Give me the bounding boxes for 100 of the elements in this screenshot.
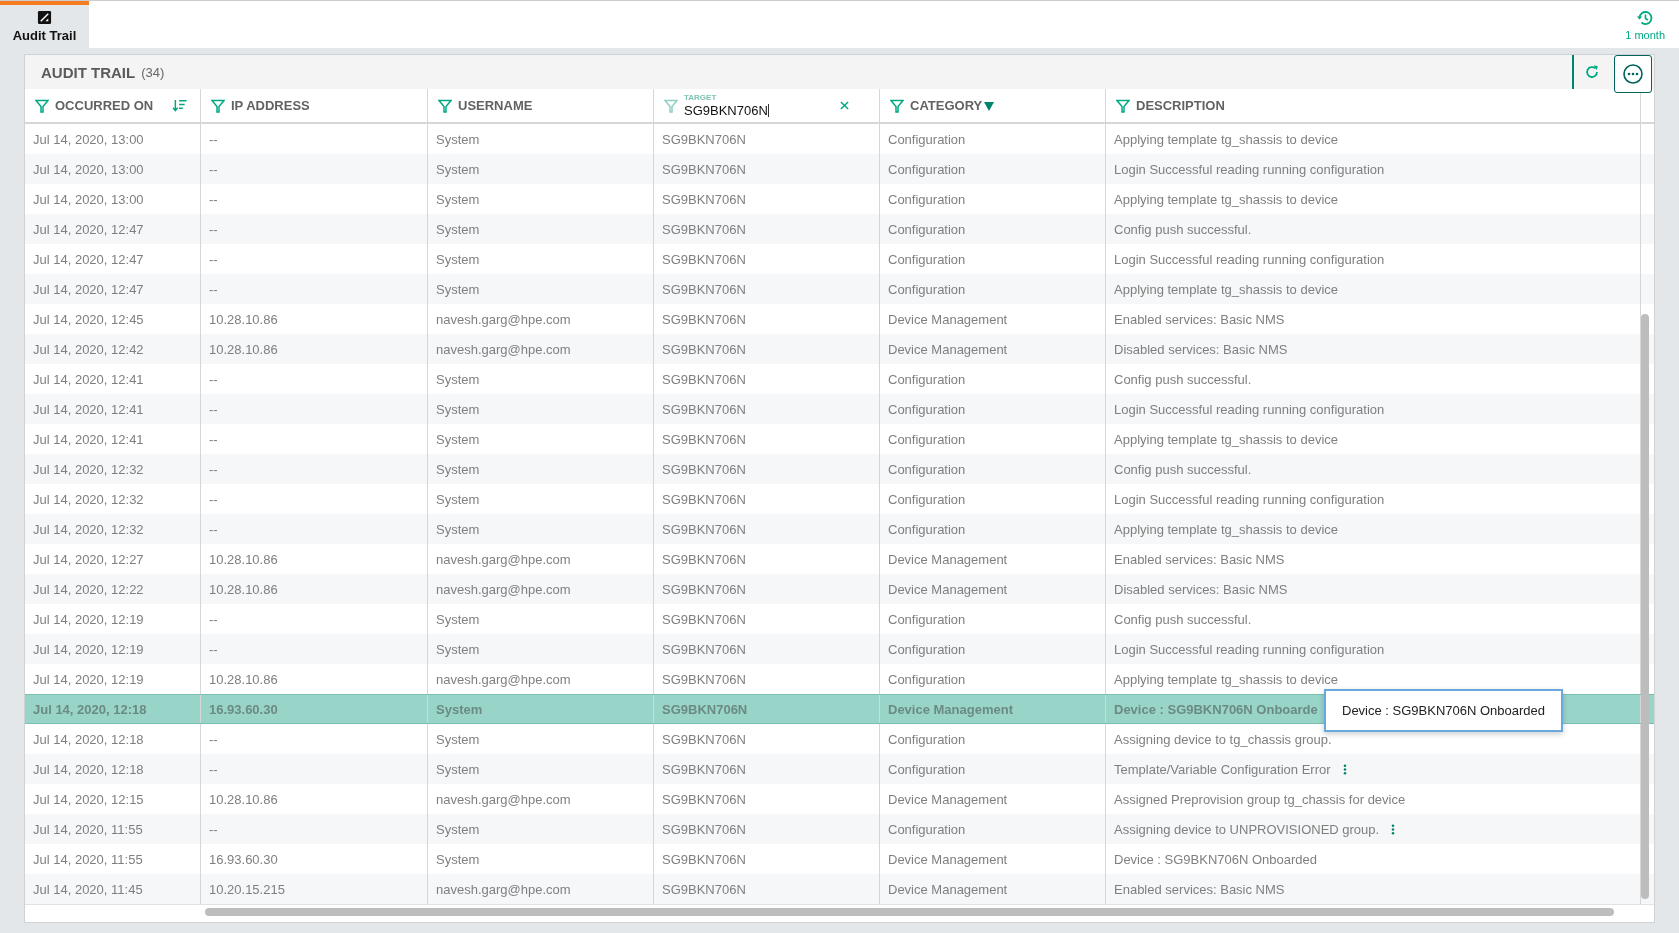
table-row[interactable]: Jul 14, 2020, 12:22 10.28.10.86 navesh.garg@hpe.com SG9BKN706N Device Management Disabled services: Basic NMS xyxy=(25,574,1654,604)
table-cell: Disabled services: Basic NMS xyxy=(1114,581,1288,597)
table-cell: System xyxy=(436,401,480,417)
table-cell: navesh.garg@hpe.com xyxy=(436,341,571,357)
table-cell: Disabled services: Basic NMS xyxy=(1114,341,1288,357)
table-cell: Applying template tg_shassis to device xyxy=(1114,521,1338,537)
target-filter-field[interactable]: TARGET SG9BKN706N xyxy=(684,94,769,117)
table-row[interactable]: Jul 14, 2020, 11:55 -- System SG9BKN706N Configuration Assigning device to UNPROVISIONED group. xyxy=(25,814,1654,844)
column-header[interactable]: OCCURRED ON xyxy=(55,98,154,113)
table-cell: Configuration xyxy=(888,191,966,207)
table-cell: Jul 14, 2020, 12:42 xyxy=(33,341,144,357)
table-row[interactable]: Jul 14, 2020, 13:00 -- System SG9BKN706N Configuration Login Successful reading running configuration xyxy=(25,154,1654,184)
table-cell: Login Successful reading running configuration xyxy=(1114,491,1385,507)
table-cell: SG9BKN706N xyxy=(662,881,746,897)
table-cell: Configuration xyxy=(888,761,966,777)
table-cell: 10.28.10.86 xyxy=(209,791,278,807)
table-cell: Configuration xyxy=(888,161,966,177)
table-cell: SG9BKN706N xyxy=(662,131,746,147)
table-cell: Configuration xyxy=(888,431,966,447)
table-cell: Device : SG9BKN706N Onboarde xyxy=(1114,701,1318,717)
tooltip: Device : SG9BKN706N Onboarded xyxy=(1324,689,1564,732)
table-row[interactable]: Jul 14, 2020, 12:32 -- System SG9BKN706N Configuration Applying template tg_shassis to device xyxy=(25,514,1654,544)
table-row[interactable]: Jul 14, 2020, 12:41 -- System SG9BKN706N Configuration Login Successful reading running configuration xyxy=(25,394,1654,424)
table-cell: 10.28.10.86 xyxy=(209,551,278,567)
table-cell: Jul 14, 2020, 12:18 xyxy=(33,761,144,777)
table-cell: Configuration xyxy=(888,461,966,477)
table-cell: navesh.garg@hpe.com xyxy=(436,581,571,597)
table-cell: -- xyxy=(209,641,218,657)
panel-title: AUDIT TRAIL xyxy=(41,63,136,81)
time-range-button[interactable]: 1 month xyxy=(1611,1,1679,48)
table-cell: SG9BKN706N xyxy=(662,311,746,327)
table-cell: Configuration xyxy=(888,521,966,537)
table-cell: navesh.garg@hpe.com xyxy=(436,881,571,897)
table-row[interactable]: Jul 14, 2020, 12:47 -- System SG9BKN706N Configuration Config push successful. xyxy=(25,214,1654,244)
table-cell: -- xyxy=(209,371,218,387)
table-cell: System xyxy=(436,221,480,237)
column-header[interactable]: CATEGORY xyxy=(910,98,983,113)
column-header[interactable]: DESCRIPTION xyxy=(1136,98,1225,113)
table-row[interactable]: Jul 14, 2020, 12:47 -- System SG9BKN706N Configuration Applying template tg_shassis to device xyxy=(25,274,1654,304)
table-cell: Jul 14, 2020, 12:19 xyxy=(33,641,144,657)
table-row[interactable]: Jul 14, 2020, 11:45 10.20.15.215 navesh.garg@hpe.com SG9BKN706N Device Management Enabled services: Basic NMS xyxy=(25,874,1654,904)
table-cell: Jul 14, 2020, 12:45 xyxy=(33,311,144,327)
table-cell: Config push successful. xyxy=(1114,611,1252,627)
table-cell: System xyxy=(436,521,480,537)
table-cell: SG9BKN706N xyxy=(662,581,746,597)
table-cell: Configuration xyxy=(888,221,966,237)
table-cell: System xyxy=(436,641,480,657)
table-cell: Configuration xyxy=(888,821,966,837)
table-cell: System xyxy=(436,761,480,777)
table-row[interactable]: Jul 14, 2020, 12:18 -- System SG9BKN706N Configuration Template/Variable Configuration Error xyxy=(25,754,1654,784)
table-cell: -- xyxy=(209,251,218,267)
table-cell: navesh.garg@hpe.com xyxy=(436,311,571,327)
table-cell: System xyxy=(436,131,480,147)
table-cell: Device Management xyxy=(888,881,1008,897)
table-cell: Configuration xyxy=(888,131,966,147)
table-cell: Jul 14, 2020, 12:15 xyxy=(33,791,144,807)
table-cell: System xyxy=(436,431,480,447)
table-cell: Login Successful reading running configuration xyxy=(1114,161,1385,177)
table-cell: SG9BKN706N xyxy=(662,491,746,507)
table-cell: -- xyxy=(209,521,218,537)
table-cell: Configuration xyxy=(888,401,966,417)
table-cell: navesh.garg@hpe.com xyxy=(436,551,571,567)
table-cell: navesh.garg@hpe.com xyxy=(436,671,571,687)
table-cell: System xyxy=(436,731,480,747)
table-cell: System xyxy=(436,281,480,297)
table-cell: System xyxy=(436,161,480,177)
table-cell: SG9BKN706N xyxy=(662,251,746,267)
table-row[interactable]: Jul 14, 2020, 12:42 10.28.10.86 navesh.garg@hpe.com SG9BKN706N Device Management Disabled services: Basic NMS xyxy=(25,334,1654,364)
table-cell: Jul 14, 2020, 12:41 xyxy=(33,431,144,447)
table-cell: Configuration xyxy=(888,251,966,267)
table-cell: Jul 14, 2020, 12:22 xyxy=(33,581,144,597)
audit-trail-tab[interactable]: Audit Trail xyxy=(0,1,89,48)
table-cell: SG9BKN706N xyxy=(662,701,748,717)
table-cell: Jul 14, 2020, 12:27 xyxy=(33,551,144,567)
table-cell: Enabled services: Basic NMS xyxy=(1114,311,1285,327)
column-header[interactable]: USERNAME xyxy=(458,98,533,113)
table-cell: System xyxy=(436,251,480,267)
table-cell: Jul 14, 2020, 12:47 xyxy=(33,281,144,297)
table-cell: SG9BKN706N xyxy=(662,791,746,807)
table-cell: Configuration xyxy=(888,281,966,297)
table-cell: SG9BKN706N xyxy=(662,821,746,837)
table-cell: SG9BKN706N xyxy=(662,191,746,207)
table-cell: -- xyxy=(209,431,218,447)
table-row[interactable]: Jul 14, 2020, 12:32 -- System SG9BKN706N Configuration Config push successful. xyxy=(25,454,1654,484)
table-cell: SG9BKN706N xyxy=(662,431,746,447)
table-cell: SG9BKN706N xyxy=(662,401,746,417)
column-header[interactable]: IP ADDRESS xyxy=(231,98,310,113)
table-cell: Jul 14, 2020, 12:47 xyxy=(33,221,144,237)
table-cell: -- xyxy=(209,611,218,627)
table-cell: SG9BKN706N xyxy=(662,641,746,657)
table-cell: Device Management xyxy=(888,341,1008,357)
table-row[interactable]: Jul 14, 2020, 12:19 -- System SG9BKN706N Configuration Login Successful reading running configuration xyxy=(25,634,1654,664)
table-cell: Jul 14, 2020, 11:55 xyxy=(33,821,143,837)
record-count: (34) xyxy=(141,64,165,80)
table-cell: -- xyxy=(209,761,218,777)
table-cell: -- xyxy=(209,401,218,417)
table-cell: System xyxy=(436,611,480,627)
table-cell: Template/Variable Configuration Error xyxy=(1114,761,1331,777)
table-cell: Configuration xyxy=(888,731,966,747)
table-cell: SG9BKN706N xyxy=(662,521,746,537)
